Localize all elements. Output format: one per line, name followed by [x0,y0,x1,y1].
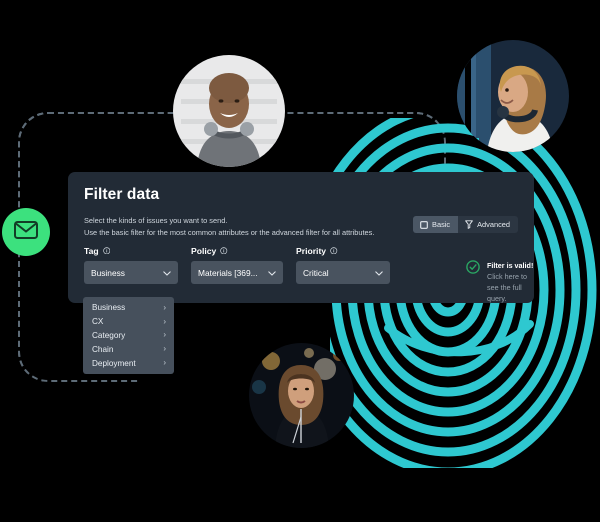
envelope-icon [14,220,38,244]
filter-validity-text: Filter is valid! Click here to see the f… [487,260,534,305]
chevron-down-icon [163,268,171,278]
info-circle-icon[interactable] [102,246,111,256]
tab-advanced[interactable]: Advanced [458,216,518,233]
filter-validity-rest[interactable]: Click here to see the full query. [487,272,527,303]
filter-data-card: Filter data Select the kinds of issues y… [68,172,534,303]
avatar-woman-earphones-night [249,343,354,448]
dropdown-item-label: Business [92,303,126,313]
envelope-badge[interactable] [2,208,50,256]
dropdown-item-category[interactable]: Category › [83,329,174,343]
field-priority: Priority Critical [296,246,390,284]
dropdown-item-chain[interactable]: Chain › [83,342,174,356]
avatar-man-headphones [173,55,285,167]
select-priority[interactable]: Critical [296,261,390,284]
select-tag[interactable]: Business [84,261,178,284]
field-priority-label-group: Priority [296,246,390,256]
tag-dropdown-menu: Business › CX › Category › Chain › Deplo… [83,297,174,374]
chevron-down-icon [268,268,276,278]
field-policy-label-group: Policy [191,246,283,256]
chevron-right-icon: › [163,330,166,340]
filter-validity-strong: Filter is valid! [487,261,534,270]
chevron-right-icon: › [163,302,166,312]
field-tag-label-group: Tag [84,246,178,256]
tab-advanced-label: Advanced [477,220,510,229]
select-priority-value: Critical [303,267,329,278]
dropdown-item-cx[interactable]: CX › [83,315,174,329]
chevron-right-icon: › [163,358,166,368]
filter-fields-row: Tag Business Policy Materials [369... Pr… [84,246,390,284]
tab-basic[interactable]: Basic [413,216,459,233]
filter-validity-status[interactable]: Filter is valid! Click here to see the f… [466,260,534,305]
select-policy-value: Materials [369... [198,267,258,278]
filter-funnel-icon [465,220,473,229]
avatar-woman-headphones-screen [457,40,569,152]
filter-mode-toggle: Basic Advanced [413,216,518,233]
field-tag: Tag Business [84,246,178,284]
field-tag-label: Tag [84,246,99,256]
card-description-line-1: Select the kinds of issues you want to s… [84,216,228,225]
card-description-line-2: Use the basic filter for the most common… [84,227,375,237]
field-policy-label: Policy [191,246,217,256]
dropdown-item-label: Chain [92,344,114,354]
field-priority-label: Priority [296,246,327,256]
chevron-right-icon: › [163,316,166,326]
dropdown-item-label: Category [92,330,126,340]
dropdown-item-label: Deployment [92,358,136,368]
select-policy[interactable]: Materials [369... [191,261,283,284]
dropdown-item-business[interactable]: Business › [83,301,174,315]
page-title: Filter data [84,186,160,203]
illustration-stage: Filter data Select the kinds of issues y… [0,0,600,522]
check-circle-icon [466,260,480,279]
chevron-right-icon: › [163,344,166,354]
select-tag-value: Business [91,267,125,278]
chevron-down-icon [375,268,383,278]
tab-basic-label: Basic [432,220,451,229]
info-circle-icon[interactable] [330,246,338,256]
dropdown-item-label: CX [92,317,104,327]
dropdown-item-deployment[interactable]: Deployment › [83,356,174,370]
info-circle-icon[interactable] [220,246,228,256]
field-policy: Policy Materials [369... [191,246,283,284]
checkbox-square-icon [420,220,428,229]
